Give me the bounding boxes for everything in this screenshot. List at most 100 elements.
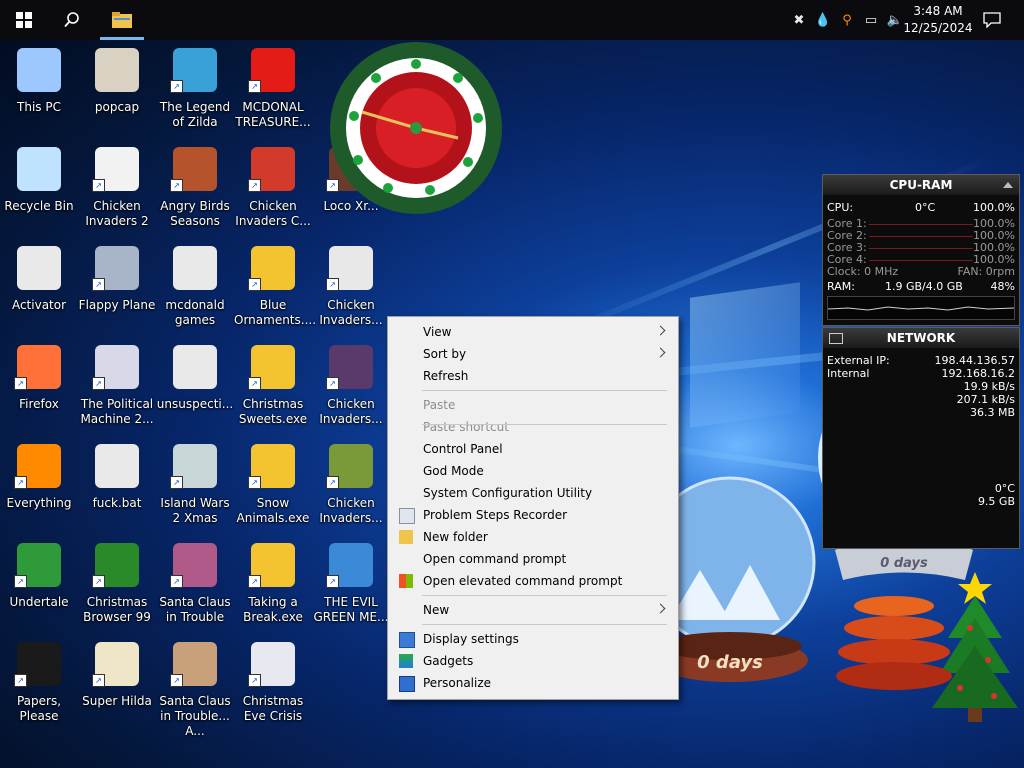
desktop-icon[interactable]: ↗ Firefox bbox=[0, 341, 78, 433]
desktop-icon-label: Flappy Plane bbox=[78, 298, 156, 312]
desktop-icon[interactable]: unsuspecti... bbox=[156, 341, 234, 433]
desktop-icon[interactable]: ↗ Everything bbox=[0, 440, 78, 532]
menu-item-problem-steps-recorder[interactable]: Problem Steps Recorder bbox=[388, 504, 678, 526]
menu-item-god-mode[interactable]: God Mode bbox=[388, 460, 678, 482]
desktop-icon-label: THE EVIL GREEN ME... bbox=[313, 595, 389, 624]
menu-item-label: Gadgets bbox=[423, 654, 474, 668]
desktop-icon[interactable]: ↗ Blue Ornaments.... bbox=[234, 242, 316, 334]
taskbar-clock[interactable]: 3:48 AM 12/25/2024 bbox=[898, 3, 978, 37]
notification-center-button[interactable] bbox=[970, 0, 1014, 40]
chevron-right-icon bbox=[655, 347, 666, 358]
desktop-icon[interactable]: fuck.bat bbox=[78, 440, 156, 532]
desktop-icon[interactable]: ↗ THE EVIL GREEN ME... bbox=[312, 539, 390, 631]
shortcut-arrow-icon: ↗ bbox=[14, 476, 27, 489]
desktop-icon[interactable]: ↗ MCDONAL TREASURE... bbox=[234, 44, 312, 136]
desktop-icon-label: Undertale bbox=[9, 595, 69, 609]
desktop-icon[interactable]: Recycle Bin bbox=[0, 143, 78, 235]
desktop-icon[interactable]: popcap bbox=[78, 44, 156, 136]
clock-time: 3:48 AM bbox=[913, 4, 963, 18]
desktop-icon[interactable]: ↗ Papers, Please bbox=[0, 638, 78, 730]
menu-item-open-command-prompt[interactable]: Open command prompt bbox=[388, 548, 678, 570]
menu-item-gadgets[interactable]: Gadgets bbox=[388, 650, 678, 672]
menu-item-system-configuration-utility[interactable]: System Configuration Utility bbox=[388, 482, 678, 504]
shortcut-arrow-icon: ↗ bbox=[248, 278, 261, 291]
desktop-icon[interactable]: ↗ The Legend of Zilda bbox=[156, 44, 234, 136]
spiral-tree-decoration bbox=[834, 586, 954, 696]
network-error-icon[interactable]: ✖ bbox=[790, 11, 808, 29]
menu-item-open-elevated-command-prompt[interactable]: Open elevated command prompt bbox=[388, 570, 678, 592]
desktop-icon[interactable]: This PC bbox=[0, 44, 78, 136]
desktop-icon[interactable]: ↗ Snow Animals.exe bbox=[234, 440, 312, 532]
everything-tray-icon[interactable]: ⚲ bbox=[838, 11, 856, 29]
desktop-icon[interactable]: Activator bbox=[0, 242, 78, 334]
desktop-icon[interactable]: ↗ Christmas Sweets.exe bbox=[234, 341, 312, 433]
drop-icon[interactable]: 💧 bbox=[814, 11, 832, 29]
menu-item-new[interactable]: New bbox=[388, 599, 678, 621]
desktop-icon-label: Santa Claus in Trouble... A... bbox=[159, 694, 231, 738]
extra-size: 9.5 GB bbox=[977, 495, 1015, 508]
desktop-icon[interactable]: ↗ Island Wars 2 Xmas bbox=[156, 440, 234, 532]
menu-item-personalize[interactable]: Personalize bbox=[388, 672, 678, 694]
snow-globe-counter: 0 days bbox=[697, 652, 763, 673]
ram-graph bbox=[827, 296, 1015, 320]
desktop-icon[interactable]: ↗ Santa Claus in Trouble... A... bbox=[156, 638, 234, 738]
desktop-icon[interactable]: ↗ Angry Birds Seasons bbox=[156, 143, 234, 235]
desktop-icon-label: This PC bbox=[17, 100, 61, 114]
wreath-clock-gadget[interactable] bbox=[318, 42, 514, 218]
menu-separator bbox=[422, 624, 667, 625]
network-gadget[interactable]: NETWORK External IP: 198.44.136.57 Interna… bbox=[822, 327, 1020, 549]
cpu-label: CPU: bbox=[827, 201, 854, 214]
menu-separator bbox=[422, 424, 667, 425]
menu-item-refresh[interactable]: Refresh bbox=[388, 365, 678, 387]
desktop-icon[interactable]: ↗ Chicken Invaders... bbox=[312, 341, 390, 433]
desktop-icon[interactable]: ↗ Christmas Browser 99 bbox=[78, 539, 156, 631]
taskbar: ✖ 💧 ⚲ ▭ 🔈 3:48 AM 12/25/2024 bbox=[0, 0, 1024, 40]
network-row: 36.3 MB bbox=[827, 407, 1015, 419]
desktop-icon[interactable]: ↗ The Political Machine 2... bbox=[78, 341, 156, 433]
ram-graph-line bbox=[827, 306, 1015, 311]
desktop-icon[interactable]: ↗ Chicken Invaders... bbox=[312, 440, 390, 532]
cpu-ram-gadget[interactable]: CPU-RAM CPU: 0°C 100.0% Core 1: 100.0% Cor… bbox=[822, 174, 1020, 326]
desktop-context-menu: View Sort by Refresh Paste Paste shortcut Con… bbox=[387, 316, 679, 700]
menu-item-view[interactable]: View bbox=[388, 321, 678, 343]
personalize-icon bbox=[399, 676, 415, 692]
desktop-icon[interactable]: ↗ Super Hilda bbox=[78, 638, 156, 730]
menu-item-display-settings[interactable]: Display settings bbox=[388, 628, 678, 650]
desktop-icon[interactable]: ↗ Santa Claus in Trouble bbox=[156, 539, 234, 631]
desktop-icon[interactable]: ↗ Chicken Invaders 2 bbox=[78, 143, 156, 235]
desktop-icon-label: The Political Machine 2... bbox=[80, 397, 154, 426]
menu-item-sort-by[interactable]: Sort by bbox=[388, 343, 678, 365]
desktop-icon[interactable]: mcdonald games bbox=[156, 242, 234, 334]
file-explorer-button[interactable] bbox=[98, 0, 146, 40]
network-icon[interactable]: ▭ bbox=[862, 11, 880, 29]
desktop-icon[interactable]: ↗ Chicken Invaders C... bbox=[234, 143, 312, 235]
desktop-icon-label: Chicken Invaders... bbox=[319, 298, 383, 327]
desktop-icon-label: Chicken Invaders... bbox=[319, 397, 383, 426]
desktop-icon[interactable]: ↗ Taking a Break.exe bbox=[234, 539, 312, 631]
network-row-value: 19.9 kB/s bbox=[963, 380, 1015, 393]
fan-speed: FAN: 0rpm bbox=[957, 265, 1016, 278]
recorder-icon bbox=[399, 508, 415, 524]
chevron-right-icon bbox=[655, 325, 666, 336]
menu-item-new-folder[interactable]: New folder bbox=[388, 526, 678, 548]
cpu-value: 100.0% bbox=[973, 201, 1015, 214]
search-button[interactable] bbox=[48, 0, 96, 40]
network-title: NETWORK bbox=[823, 328, 1019, 348]
desktop-icon[interactable]: ↗ Chicken Invaders... bbox=[312, 242, 390, 334]
shortcut-arrow-icon: ↗ bbox=[14, 575, 27, 588]
menu-item-control-panel[interactable]: Control Panel bbox=[388, 438, 678, 460]
desktop-icon[interactable]: ↗ Flappy Plane bbox=[78, 242, 156, 334]
collapse-icon[interactable] bbox=[1003, 182, 1013, 188]
start-button[interactable] bbox=[0, 0, 48, 40]
desktop-icon[interactable]: ↗ Christmas Eve Crisis bbox=[234, 638, 312, 730]
network-row-label: External IP: bbox=[827, 354, 890, 367]
core-bar bbox=[869, 260, 973, 261]
desktop-icon-label: Christmas Browser 99 bbox=[83, 595, 151, 624]
desktop-icon[interactable]: ↗ Undertale bbox=[0, 539, 78, 631]
gadgets-icon bbox=[399, 654, 413, 668]
menu-item-label: Personalize bbox=[423, 676, 492, 690]
desktop-icon-label: The Legend of Zilda bbox=[159, 100, 231, 129]
cpu-ram-title: CPU-RAM bbox=[823, 175, 1019, 195]
shortcut-arrow-icon: ↗ bbox=[92, 674, 105, 687]
network-row-value: 192.168.16.2 bbox=[941, 367, 1015, 380]
